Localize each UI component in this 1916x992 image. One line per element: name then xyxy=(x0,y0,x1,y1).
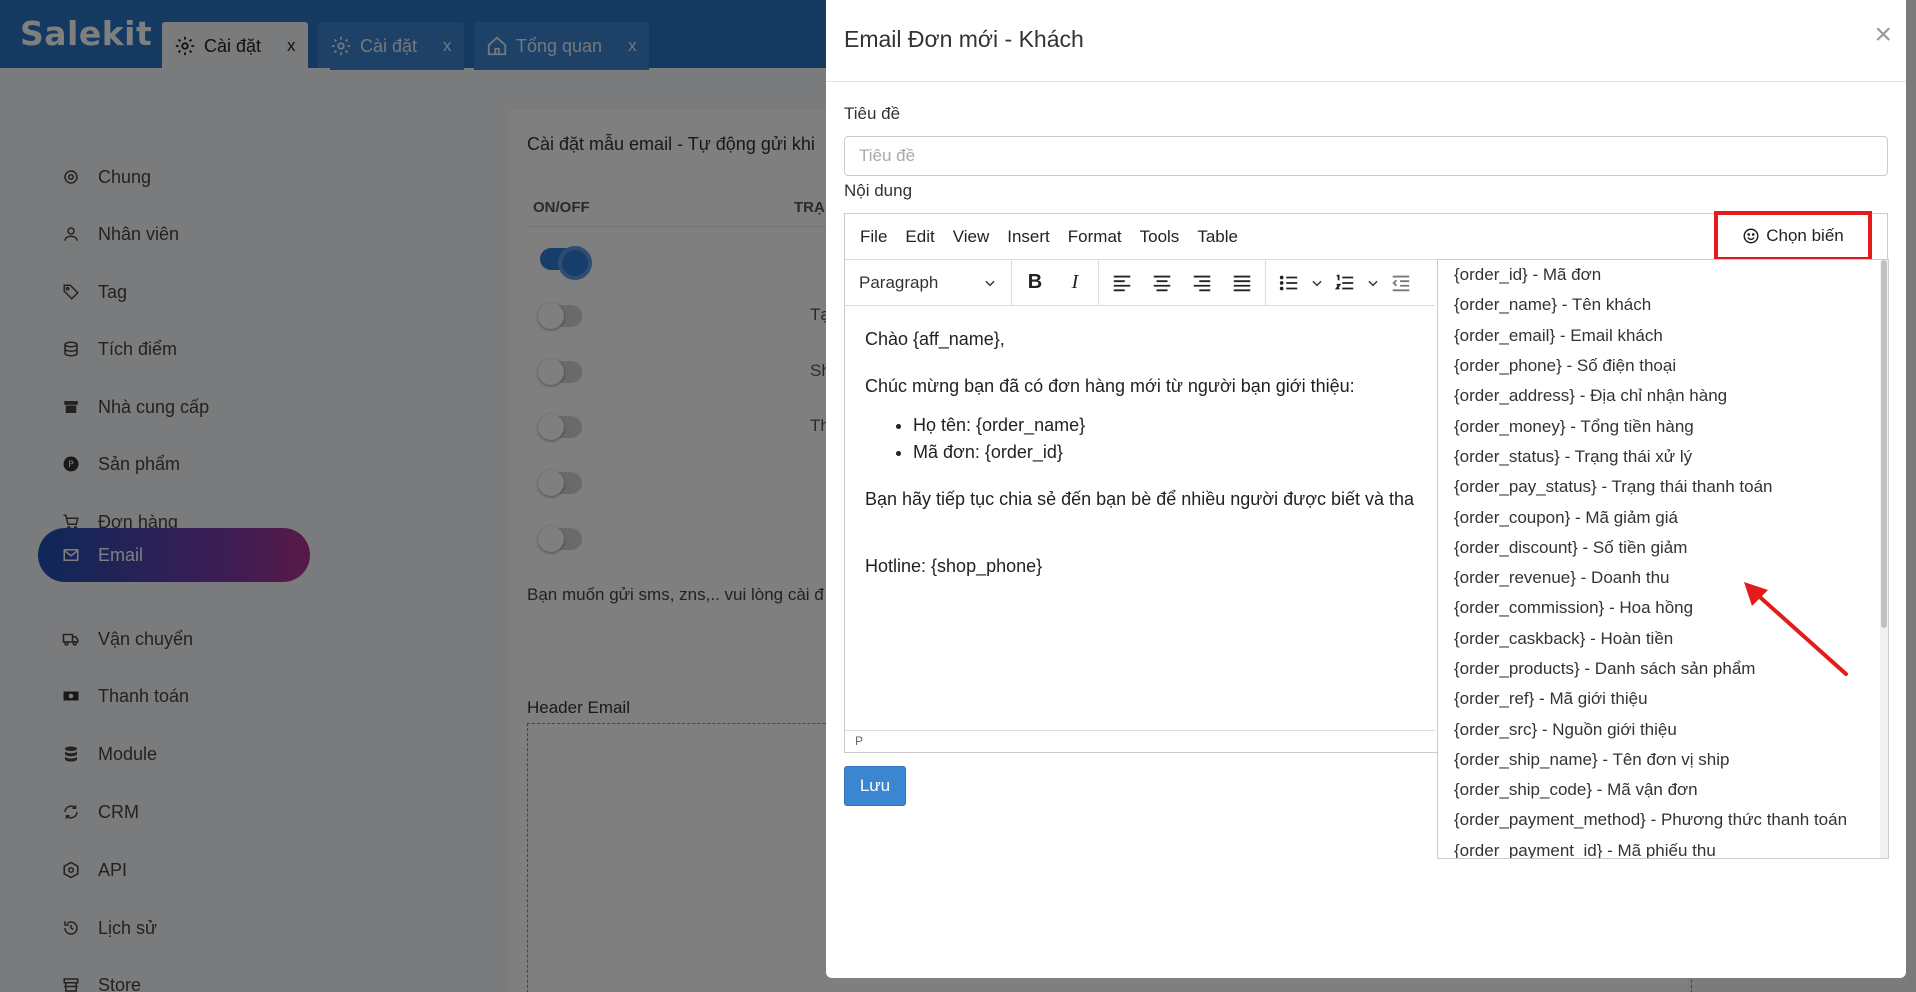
smiley-icon xyxy=(1743,228,1759,244)
variable-option[interactable]: {order_address} - Địa chỉ nhận hàng xyxy=(1438,381,1888,411)
variable-dropdown: {order_id} - Mã đơn {order_name} - Tên k… xyxy=(1437,259,1889,859)
save-button[interactable]: Lưu xyxy=(844,766,906,806)
variable-option[interactable]: {order_money} - Tổng tiền hàng xyxy=(1438,411,1888,441)
align-left-icon[interactable] xyxy=(1107,268,1137,298)
variable-option[interactable]: {order_ref} - Mã giới thiệu xyxy=(1438,684,1888,714)
body-text: Bạn hãy tiếp tục chia sẻ đến bạn bè để n… xyxy=(865,489,1415,509)
italic-icon[interactable]: I xyxy=(1060,268,1090,298)
variable-option[interactable]: {order_status} - Trạng thái xử lý xyxy=(1438,442,1888,472)
variable-option[interactable]: {order_ship_name} - Tên đơn vị ship xyxy=(1438,745,1888,775)
block-format-group: Paragraph xyxy=(845,259,1012,306)
subject-input[interactable] xyxy=(844,136,1888,176)
variable-option[interactable]: {order_id} - Mã đơn xyxy=(1438,260,1888,290)
variable-option[interactable]: {order_coupon} - Mã giảm giá xyxy=(1438,502,1888,532)
chevron-down-icon[interactable] xyxy=(1364,268,1382,298)
block-format-select[interactable]: Paragraph xyxy=(853,273,1003,293)
bullet-list-icon[interactable] xyxy=(1274,268,1304,298)
bold-icon[interactable]: B xyxy=(1020,268,1050,298)
align-justify-icon[interactable] xyxy=(1227,268,1257,298)
close-button[interactable]: × xyxy=(1874,18,1892,52)
outdent-icon[interactable] xyxy=(1386,268,1416,298)
variable-option[interactable]: {order_payment_id} - Mã phiếu thu xyxy=(1438,836,1888,858)
divider xyxy=(826,81,1906,82)
editor-statusbar: P xyxy=(845,730,1435,752)
chevron-down-icon[interactable] xyxy=(1308,268,1326,298)
modal-title: Email Đơn mới - Khách xyxy=(844,26,1084,52)
choose-variable-label: Chọn biến xyxy=(1766,226,1844,245)
align-right-icon[interactable] xyxy=(1187,268,1217,298)
menu-view[interactable]: View xyxy=(953,227,990,247)
dropdown-scrollbar[interactable] xyxy=(1880,260,1888,858)
greeting-text: Chào {aff_name}, xyxy=(865,329,1005,349)
hotline-text: Hotline: {shop_phone} xyxy=(865,556,1043,576)
scrollbar[interactable] xyxy=(1906,0,1916,992)
variable-option[interactable]: {order_ship_code} - Mã vận đơn xyxy=(1438,775,1888,805)
menu-insert[interactable]: Insert xyxy=(1007,227,1050,247)
align-group xyxy=(1099,259,1266,306)
editor-content[interactable]: Chào {aff_name}, Chúc mừng bạn đã có đơn… xyxy=(865,326,1425,600)
variable-option[interactable]: {order_payment_method} - Phương thức tha… xyxy=(1438,805,1888,835)
content-label: Nội dung xyxy=(844,181,913,200)
text-style-group: B I xyxy=(1012,259,1099,306)
choose-variable-button[interactable]: Chọn biến xyxy=(1714,211,1872,261)
align-center-icon[interactable] xyxy=(1147,268,1177,298)
menu-format[interactable]: Format xyxy=(1068,227,1122,247)
block-format-value: Paragraph xyxy=(859,272,939,292)
variable-option[interactable]: {order_pay_status} - Trạng thái thanh to… xyxy=(1438,472,1888,502)
variable-option[interactable]: {order_phone} - Số điện thoại xyxy=(1438,351,1888,381)
numbered-list-icon[interactable] xyxy=(1330,268,1360,298)
list-group xyxy=(1266,260,1424,306)
list-item: Họ tên: {order_name} xyxy=(913,412,1425,439)
variable-option[interactable]: {order_discount} - Số tiền giảm xyxy=(1438,533,1888,563)
variable-option[interactable]: {order_src} - Nguồn giới thiệu xyxy=(1438,714,1888,744)
variable-option[interactable]: {order_email} - Email khách xyxy=(1438,321,1888,351)
menu-table[interactable]: Table xyxy=(1197,227,1238,247)
info-list: Họ tên: {order_name} Mã đơn: {order_id} xyxy=(913,412,1425,466)
annotation-arrow-icon xyxy=(1744,582,1848,676)
subject-label: Tiêu đề xyxy=(844,104,901,123)
menu-edit[interactable]: Edit xyxy=(905,227,934,247)
element-path[interactable]: P xyxy=(855,734,863,748)
menu-file[interactable]: File xyxy=(860,227,887,247)
chevron-down-icon xyxy=(985,280,995,286)
editor-toolbar: Paragraph B I xyxy=(845,259,1435,306)
body-text: Chúc mừng bạn đã có đơn hàng mới từ ngườ… xyxy=(865,376,1355,396)
email-template-modal: Email Đơn mới - Khách × Tiêu đề Nội dung… xyxy=(826,0,1906,978)
list-item: Mã đơn: {order_id} xyxy=(913,439,1425,466)
menu-tools[interactable]: Tools xyxy=(1140,227,1180,247)
variable-option[interactable]: {order_name} - Tên khách xyxy=(1438,290,1888,320)
